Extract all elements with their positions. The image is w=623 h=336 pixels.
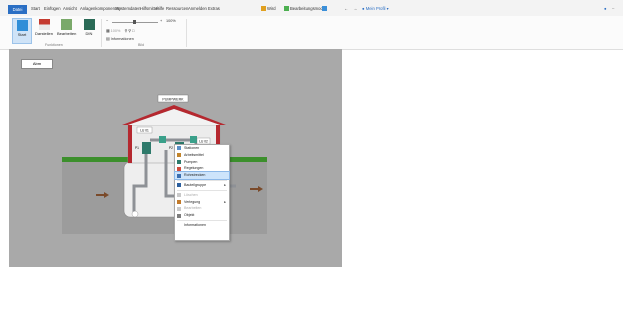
control-icon xyxy=(177,166,181,171)
context-item-loeschen: Löschen xyxy=(175,192,229,199)
context-item-bearbeiten: Bearbeiten xyxy=(175,205,229,212)
station-icon xyxy=(177,146,181,151)
pump-icon xyxy=(177,159,181,164)
building-label: PUMPWERK xyxy=(162,97,184,101)
pipe-icon xyxy=(177,173,181,178)
inlet-fitting xyxy=(131,210,139,218)
context-item-verlegung[interactable]: Verlegung ▸ xyxy=(175,199,229,206)
tag-lu01-text: LU 01 xyxy=(140,128,149,132)
context-item-objekt[interactable]: Objekt xyxy=(175,212,229,219)
group-icon xyxy=(177,183,181,188)
submenu-arrow-icon: ▸ xyxy=(224,182,226,187)
left-wall xyxy=(128,125,132,163)
context-item-bauteilgruppe[interactable]: Bauteilgruppe ▸ xyxy=(175,182,229,189)
pump-p1[interactable] xyxy=(142,142,151,154)
menu-divider xyxy=(177,179,227,181)
menu-divider xyxy=(177,189,227,191)
context-item-arbeitsmittel[interactable]: Arbeitsmittel xyxy=(175,152,229,159)
valve-lu01[interactable] xyxy=(159,136,166,143)
edit-icon xyxy=(177,206,181,211)
menu-divider xyxy=(177,219,227,221)
object-icon xyxy=(177,213,181,218)
context-item-stationen[interactable]: Stationen xyxy=(175,145,229,152)
tag-p1-text: P1 xyxy=(135,146,139,150)
context-menu: Stationen Arbeitsmittel Pumpen Regelunge… xyxy=(174,144,230,241)
context-item-rohrstrecken[interactable]: Rohrstrecken xyxy=(174,171,230,180)
tools-icon xyxy=(177,153,181,158)
tag-p2-text: P2 xyxy=(169,146,173,150)
valve-lu02[interactable] xyxy=(190,136,197,143)
pump-station-diagram: PUMPWERK LU 01 P1 P2 LU 02 xyxy=(62,94,267,234)
submenu-arrow-icon: ▸ xyxy=(224,199,226,204)
route-icon xyxy=(177,199,181,204)
tag-lu02-text: LU 02 xyxy=(199,139,208,143)
roof-gable xyxy=(128,109,220,125)
context-item-pumpen[interactable]: Pumpen xyxy=(175,159,229,166)
delete-icon xyxy=(177,193,181,198)
context-item-regelungen[interactable]: Regelungen xyxy=(175,165,229,172)
context-item-informationen[interactable]: Informationen xyxy=(175,222,229,229)
